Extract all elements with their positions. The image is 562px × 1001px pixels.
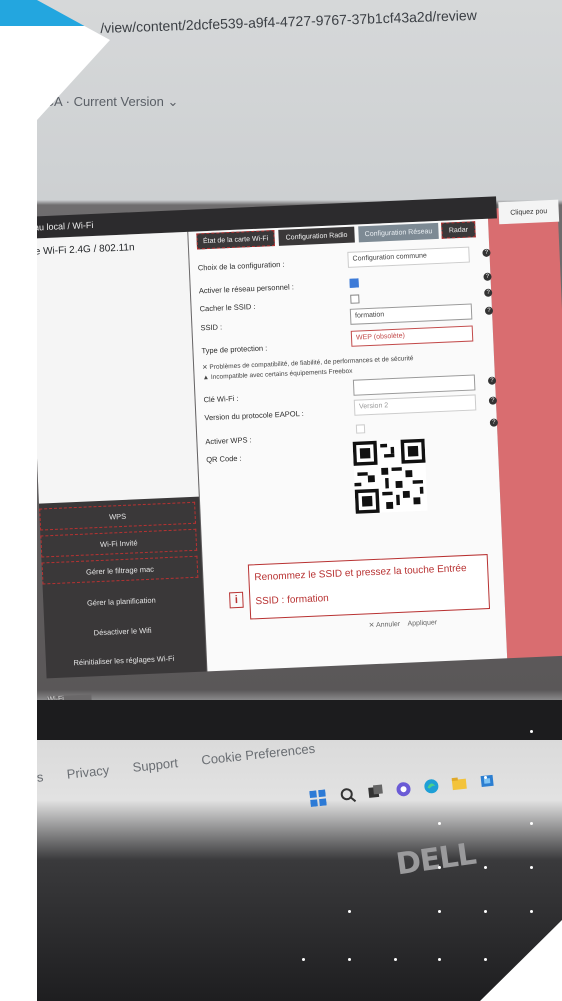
info-icon: i [229, 591, 244, 609]
edge-browser-icon[interactable] [423, 778, 441, 796]
tab-wifi-status[interactable]: État de la carte Wi-Fi [196, 230, 275, 250]
decorative-dot [302, 958, 305, 961]
decorative-dot [348, 910, 351, 913]
task-view-icon[interactable] [367, 783, 385, 801]
store-icon[interactable] [478, 772, 496, 790]
cancel-button[interactable]: ✕ Annuler [368, 621, 400, 629]
hide-ssid-checkbox[interactable] [350, 294, 360, 304]
chat-icon[interactable] [395, 780, 413, 798]
decorative-dot [348, 958, 351, 961]
decorative-dot [484, 776, 487, 779]
decorative-dot [530, 730, 533, 733]
windows-start-icon[interactable] [309, 789, 327, 808]
screen-content: Cliquez pou eau local / Wi-Fi te Wi-Fi 2… [37, 0, 562, 1001]
dark-bar [37, 700, 562, 740]
decorative-dot [438, 822, 441, 825]
search-icon[interactable] [339, 786, 357, 804]
sidebar-list [37, 231, 199, 504]
wifi-key-label: Clé Wi-Fi : [203, 393, 239, 405]
qr-label: QR Code : [206, 453, 242, 465]
decorative-dot [484, 910, 487, 913]
decorative-dot [484, 866, 487, 869]
decorative-dot [394, 958, 397, 961]
tab-radar[interactable]: Radar [441, 221, 476, 239]
decorative-dot [530, 822, 533, 825]
apply-button[interactable]: Appliquer [407, 619, 437, 627]
decorative-dot [530, 866, 533, 869]
decorative-dot [530, 910, 533, 913]
wps-checkbox[interactable] [355, 424, 366, 434]
file-explorer-icon[interactable] [450, 775, 468, 793]
decorative-dot [438, 910, 441, 913]
enable-personal-checkbox[interactable] [349, 278, 359, 288]
decorative-dot [438, 866, 441, 869]
decorative-dot [438, 958, 441, 961]
qr-code-image [352, 438, 428, 514]
tab-radio-config[interactable]: Configuration Radio [278, 226, 355, 246]
right-panel-tab[interactable]: Cliquez pou [498, 199, 560, 225]
decorative-dot [484, 958, 487, 961]
photo-frame: /view/content/2dcfe539-a9f4-4727-9767-37… [37, 0, 562, 1001]
footer-link-terms[interactable]: s [37, 769, 44, 785]
ssid-label: SSID : [200, 322, 223, 333]
